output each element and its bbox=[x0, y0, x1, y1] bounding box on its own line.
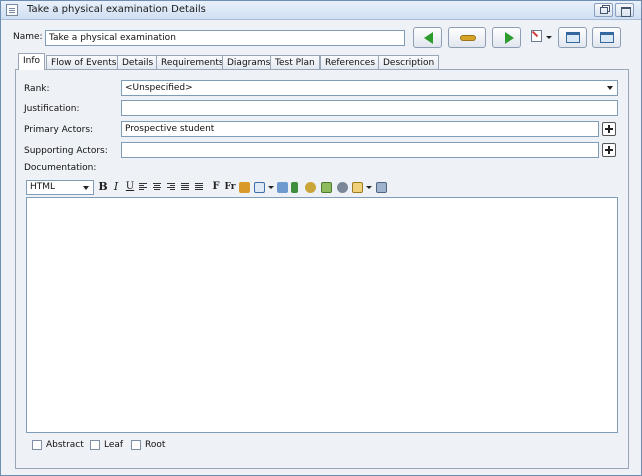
forward-button[interactable] bbox=[492, 27, 521, 48]
restore-button[interactable] bbox=[594, 3, 613, 17]
tab-description[interactable]: Description bbox=[378, 55, 440, 69]
justification-label: Justification: bbox=[24, 104, 80, 114]
link-icon bbox=[460, 35, 476, 41]
underline-icon[interactable]: U bbox=[124, 180, 136, 194]
root-label: Root bbox=[145, 440, 166, 450]
name-input[interactable]: Take a physical examination bbox=[45, 30, 405, 46]
highlight-icon[interactable] bbox=[239, 182, 250, 193]
dropdown-caret-icon[interactable] bbox=[268, 186, 274, 189]
add-supporting-actor-icon[interactable] bbox=[602, 143, 616, 157]
primary-actors-label: Primary Actors: bbox=[24, 125, 94, 135]
abstract-checkbox[interactable] bbox=[32, 440, 42, 450]
format-value: HTML bbox=[30, 182, 56, 192]
leaf-label: Leaf bbox=[104, 440, 124, 450]
tab-flow-of-events[interactable]: Flow of Events bbox=[46, 55, 122, 69]
tab-test-plan[interactable]: Test Plan bbox=[270, 55, 320, 69]
title-bar: Take a physical examination Details bbox=[1, 1, 641, 20]
table-icon[interactable] bbox=[254, 182, 265, 193]
tab-info[interactable]: Info bbox=[18, 53, 46, 70]
back-arrow-icon bbox=[424, 32, 433, 44]
add-element-icon[interactable] bbox=[337, 182, 348, 193]
image-icon[interactable] bbox=[321, 182, 332, 193]
maximize-button[interactable] bbox=[615, 3, 634, 17]
note-icon bbox=[531, 30, 542, 42]
bullet-list-icon[interactable] bbox=[195, 183, 203, 191]
name-label: Name: bbox=[13, 32, 43, 42]
fit-window-icon bbox=[566, 32, 580, 43]
numbered-list-icon[interactable] bbox=[181, 183, 189, 191]
rank-value: <Unspecified> bbox=[125, 83, 193, 93]
dropdown-caret-icon bbox=[546, 36, 552, 39]
tab-diagrams[interactable]: Diagrams bbox=[222, 55, 276, 69]
insert-link-icon[interactable] bbox=[277, 182, 288, 193]
supporting-actors-label: Supporting Actors: bbox=[24, 146, 108, 156]
print-icon[interactable] bbox=[376, 182, 387, 193]
app-icon bbox=[6, 4, 18, 16]
tab-references[interactable]: References bbox=[320, 55, 381, 69]
window-button[interactable] bbox=[592, 27, 621, 48]
align-center-icon[interactable] bbox=[153, 183, 161, 191]
fit-window-button[interactable] bbox=[558, 27, 587, 48]
user-icon[interactable] bbox=[305, 182, 316, 193]
align-left-icon[interactable] bbox=[139, 183, 147, 191]
font-size-icon[interactable]: Fr bbox=[223, 180, 237, 194]
details-window: Take a physical examination Details Name… bbox=[0, 0, 642, 476]
bold-icon[interactable]: B bbox=[97, 180, 109, 194]
leaf-checkbox[interactable] bbox=[90, 440, 100, 450]
insert-object-icon[interactable] bbox=[352, 182, 363, 193]
tab-requirements[interactable]: Requirements bbox=[156, 55, 229, 69]
rank-label: Rank: bbox=[24, 84, 50, 94]
window-title: Take a physical examination Details bbox=[27, 4, 206, 15]
root-checkbox[interactable] bbox=[131, 440, 141, 450]
info-panel: Rank: <Unspecified> Justification: Prima… bbox=[15, 69, 629, 469]
documentation-editor[interactable] bbox=[26, 197, 618, 433]
dropdown-caret-icon[interactable] bbox=[366, 186, 372, 189]
link-button[interactable] bbox=[448, 27, 486, 48]
chevron-down-icon bbox=[607, 86, 613, 90]
documentation-label: Documentation: bbox=[24, 163, 97, 173]
supporting-actors-input[interactable] bbox=[121, 142, 599, 158]
italic-icon[interactable]: I bbox=[110, 180, 122, 194]
chevron-down-icon bbox=[83, 186, 89, 190]
note-button[interactable] bbox=[526, 27, 552, 48]
font-icon[interactable]: F bbox=[210, 180, 222, 194]
back-button[interactable] bbox=[413, 27, 442, 48]
align-right-icon[interactable] bbox=[167, 183, 175, 191]
abstract-label: Abstract bbox=[46, 440, 84, 450]
tab-details[interactable]: Details bbox=[117, 55, 159, 69]
format-select[interactable]: HTML bbox=[26, 180, 94, 195]
forward-arrow-icon bbox=[505, 32, 514, 44]
anchor-icon[interactable] bbox=[291, 182, 298, 193]
add-primary-actor-icon[interactable] bbox=[602, 122, 616, 136]
primary-actors-input[interactable]: Prospective student bbox=[121, 121, 599, 137]
rank-select[interactable]: <Unspecified> bbox=[121, 80, 618, 96]
window-icon bbox=[600, 32, 614, 43]
justification-input[interactable] bbox=[121, 100, 618, 116]
